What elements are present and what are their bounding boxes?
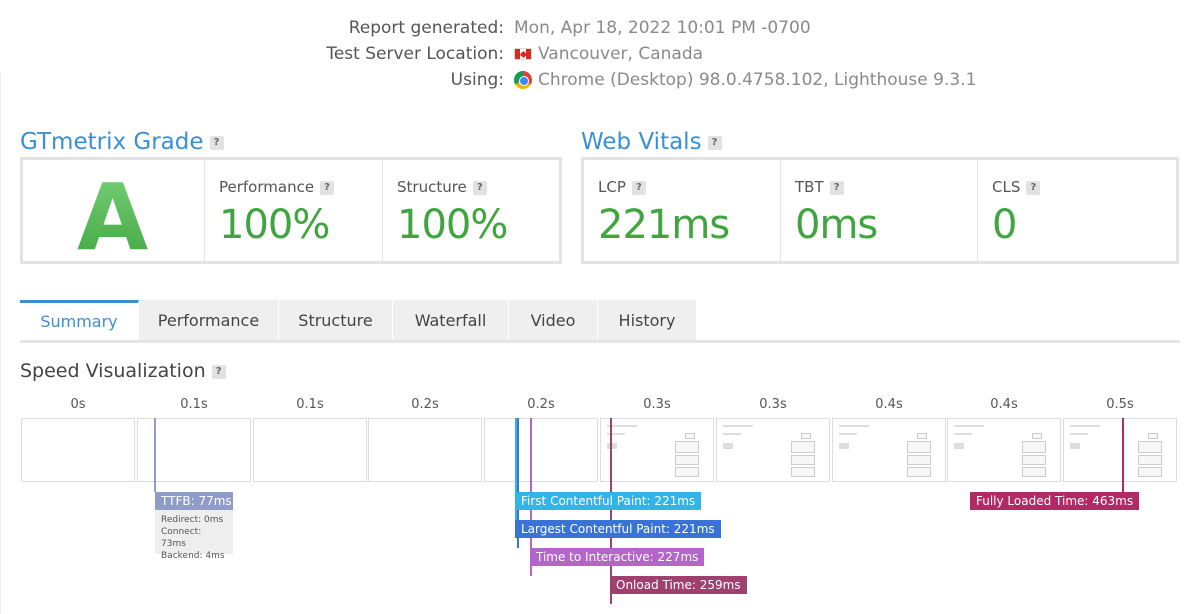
- web-vitals-title-text: Web Vitals: [581, 129, 702, 155]
- server-location-text: Vancouver, Canada: [538, 44, 704, 64]
- lcp-cell: LCP? 221ms: [584, 160, 781, 261]
- tab-performance[interactable]: Performance: [139, 300, 279, 340]
- structure-cell: Structure? 100%: [383, 160, 559, 261]
- lcp-label-text: LCP: [598, 178, 626, 196]
- gtmetrix-grade-title: GTmetrix Grade?: [20, 129, 224, 155]
- canada-flag-icon: [514, 48, 532, 60]
- onload-badge: Onload Time: 259ms: [610, 576, 747, 594]
- server-location-label: Test Server Location:: [326, 44, 504, 64]
- performance-label: Performance?: [219, 178, 335, 196]
- cls-label-text: CLS: [992, 178, 1021, 196]
- timeline-tick-label: 0.5s: [1106, 397, 1134, 412]
- filmstrip-frame[interactable]: [21, 418, 135, 482]
- lcp-badge: Largest Contentful Paint: 221ms: [515, 520, 721, 538]
- cls-value: 0: [992, 202, 1017, 248]
- tbt-cell: TBT? 0ms: [781, 160, 978, 261]
- server-location-row: Test Server Location: Vancouver, Canada: [0, 42, 1200, 68]
- tbt-label-text: TBT: [795, 178, 824, 196]
- structure-label: Structure?: [397, 178, 487, 196]
- performance-value: 100%: [219, 202, 330, 248]
- report-generated-text: Mon, Apr 18, 2022 10:01 PM -0700: [514, 18, 811, 38]
- cls-label: CLS?: [992, 178, 1041, 196]
- filmstrip-frame[interactable]: [253, 418, 367, 482]
- ttfb-detail: Redirect: 0ms Connect: 73ms Backend: 4ms: [155, 510, 233, 561]
- performance-label-text: Performance: [219, 178, 315, 196]
- tbt-help-icon[interactable]: ?: [829, 180, 844, 195]
- vitals-panel: LCP? 221ms TBT? 0ms CLS? 0: [581, 157, 1179, 264]
- speed-visualization-title-text: Speed Visualization: [20, 360, 206, 382]
- tbt-label: TBT?: [795, 178, 844, 196]
- timeline-tick-label: 0s: [70, 397, 86, 412]
- ttfb-badge: TTFB: 77ms: [155, 492, 233, 510]
- structure-help-icon[interactable]: ?: [472, 180, 487, 195]
- speed-visualization-title: Speed Visualization?: [20, 360, 226, 382]
- ttfb-redirect: Redirect: 0ms: [161, 515, 224, 525]
- grade-panel: A Performance? 100% Structure? 100%: [20, 157, 562, 271]
- grade-letter-cell: A: [23, 160, 205, 271]
- tti-badge: Time to Interactive: 227ms: [530, 548, 705, 566]
- web-vitals-title: Web Vitals?: [581, 129, 722, 155]
- lcp-label: LCP?: [598, 178, 646, 196]
- performance-help-icon[interactable]: ?: [320, 180, 335, 195]
- report-generated-label: Report generated:: [348, 18, 504, 38]
- tab-history[interactable]: History: [598, 300, 697, 340]
- tab-video[interactable]: Video: [509, 300, 598, 340]
- timeline-tick-label: 0.2s: [527, 397, 555, 412]
- grade-letter: A: [77, 164, 149, 271]
- fully-loaded-marker-line: [1122, 418, 1124, 492]
- ttfb-marker-line: [154, 418, 156, 492]
- report-tabs: Summary Performance Structure Waterfall …: [20, 300, 1180, 343]
- timeline-tick-label: 0.4s: [990, 397, 1018, 412]
- performance-cell: Performance? 100%: [205, 160, 383, 261]
- structure-label-text: Structure: [397, 178, 467, 196]
- timeline-tick-label: 0.4s: [875, 397, 903, 412]
- gtmetrix-grade-title-text: GTmetrix Grade: [20, 129, 204, 155]
- filmstrip-frame[interactable]: [600, 418, 714, 482]
- filmstrip-frame[interactable]: [947, 418, 1061, 482]
- vitals-help-icon[interactable]: ?: [707, 135, 722, 150]
- tbt-value: 0ms: [795, 202, 878, 248]
- tab-structure[interactable]: Structure: [279, 300, 393, 340]
- filmstrip-frame[interactable]: [716, 418, 830, 482]
- cls-cell: CLS? 0: [978, 160, 1176, 261]
- report-generated-value: Mon, Apr 18, 2022 10:01 PM -0700: [514, 18, 811, 38]
- report-generated-row: Report generated: Mon, Apr 18, 2022 10:0…: [0, 16, 1200, 42]
- fully-loaded-badge: Fully Loaded Time: 463ms: [970, 492, 1140, 510]
- ttfb-connect: Connect: 73ms: [161, 527, 202, 549]
- server-location-value: Vancouver, Canada: [514, 44, 703, 64]
- fcp-badge: First Contentful Paint: 221ms: [515, 492, 702, 510]
- tab-summary[interactable]: Summary: [20, 300, 139, 340]
- filmstrip-frame[interactable]: [832, 418, 946, 482]
- filmstrip-frame[interactable]: [484, 418, 598, 482]
- filmstrip-frame[interactable]: [1063, 418, 1177, 482]
- timeline-tick-label: 0.1s: [296, 397, 324, 412]
- cls-help-icon[interactable]: ?: [1026, 180, 1041, 195]
- lcp-help-icon[interactable]: ?: [631, 180, 646, 195]
- ttfb-backend: Backend: 4ms: [161, 551, 225, 561]
- timeline-tick-label: 0.3s: [643, 397, 671, 412]
- speed-help-icon[interactable]: ?: [211, 364, 226, 379]
- grade-help-icon[interactable]: ?: [209, 135, 224, 150]
- timeline-tick-label: 0.1s: [180, 397, 208, 412]
- timeline-tick-label: 0.3s: [759, 397, 787, 412]
- timeline-tick-label: 0.2s: [411, 397, 439, 412]
- structure-value: 100%: [397, 202, 508, 248]
- lcp-value: 221ms: [598, 202, 730, 248]
- filmstrip-frame[interactable]: [368, 418, 482, 482]
- tab-waterfall[interactable]: Waterfall: [393, 300, 509, 340]
